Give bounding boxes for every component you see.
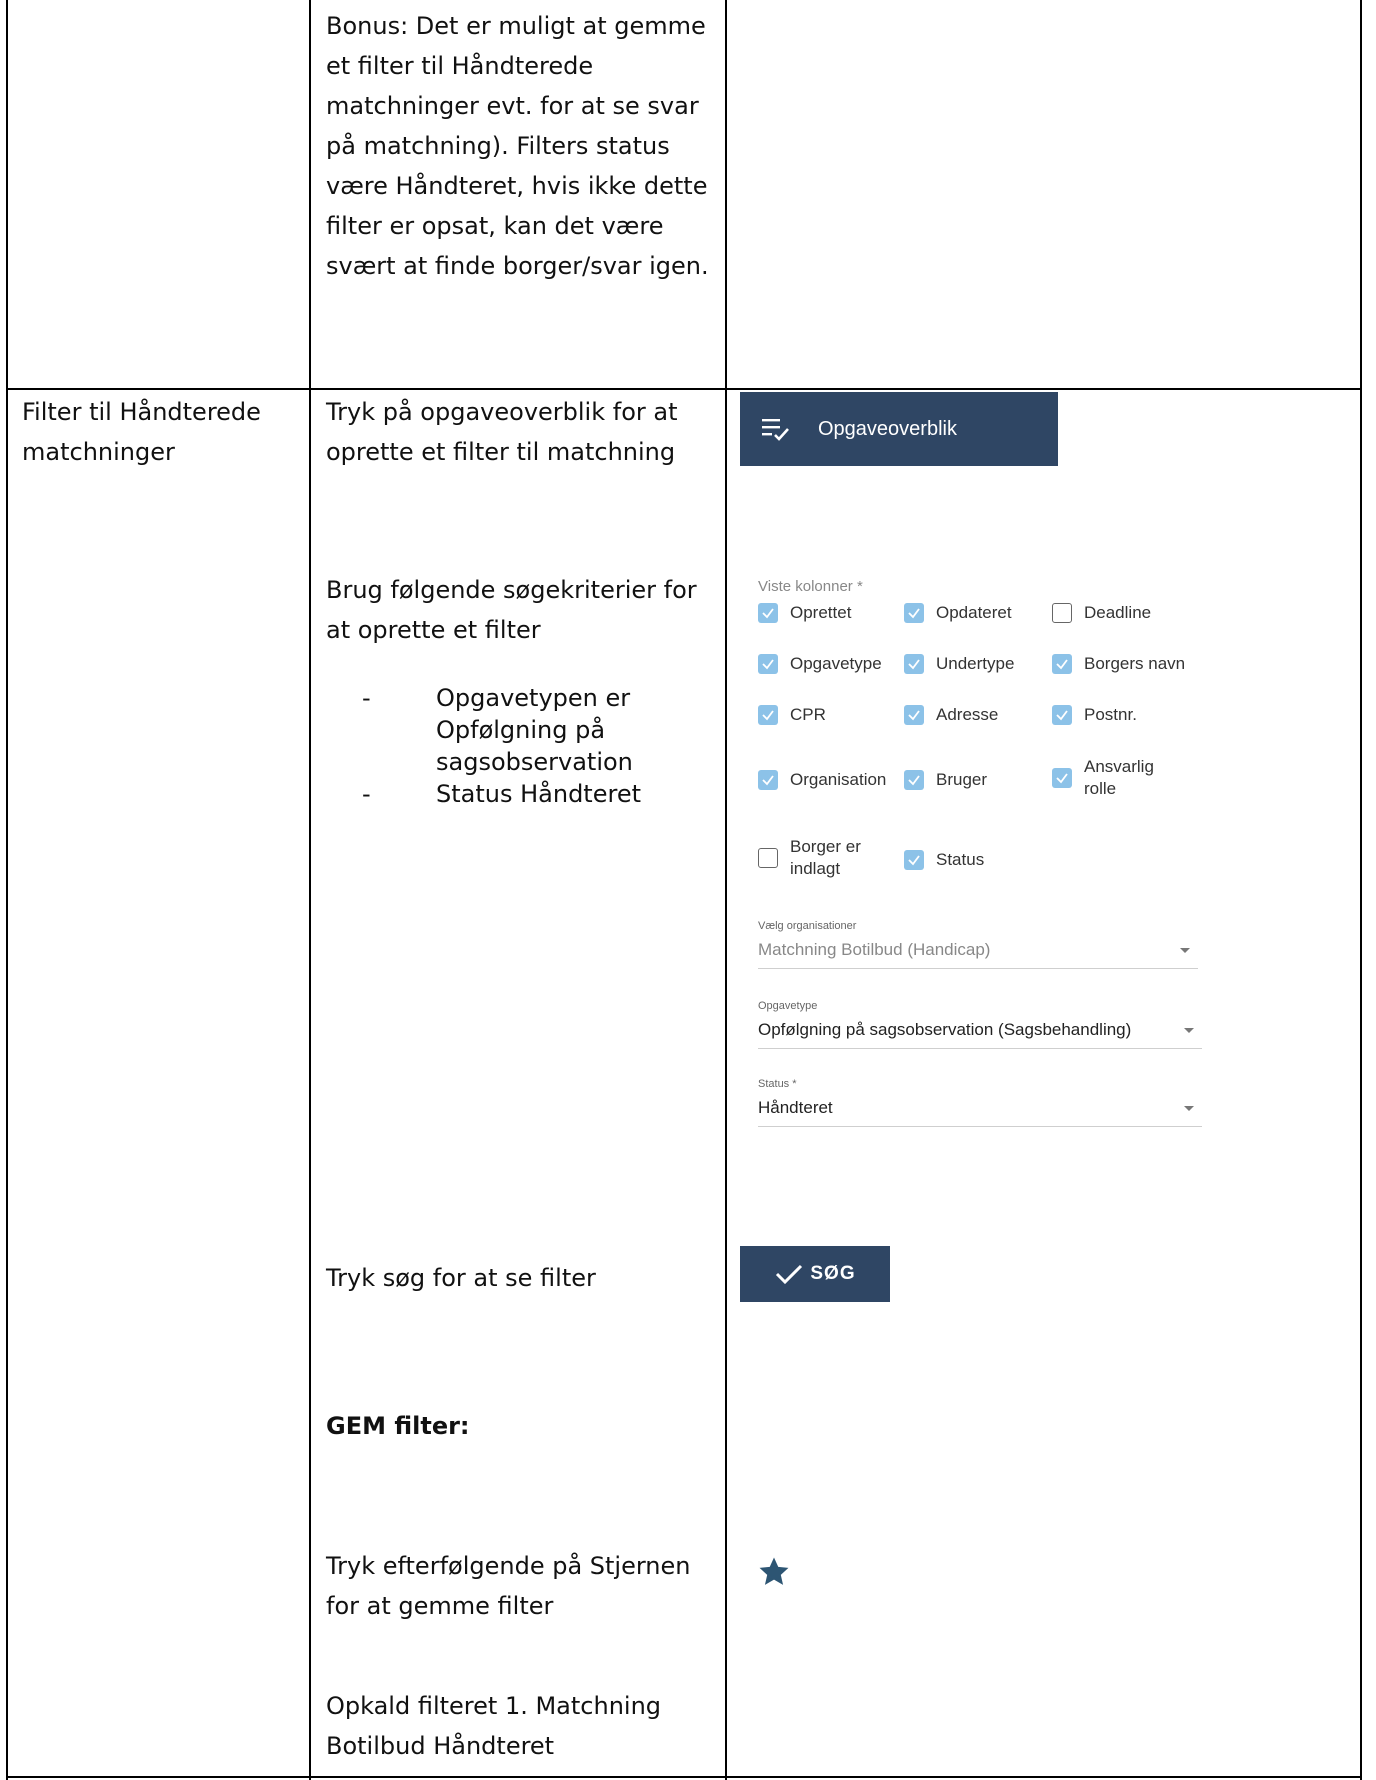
criteria-item-line: Status Håndteret (436, 780, 641, 808)
table-col-divider-2 (725, 0, 727, 1780)
checkbox-label: Borger er indlagt (790, 837, 861, 878)
select-label: Status * (758, 1078, 797, 1090)
select-value: Opfølgning på sagsobservation (Sagsbehan… (758, 1020, 1132, 1039)
select-value: Matchning Botilbud (Handicap) (758, 940, 991, 959)
checkbox-label: CPR (790, 705, 826, 724)
checked-box-icon (758, 603, 778, 623)
bonus-line: svært at finde borger/svar igen. (326, 252, 709, 280)
checked-box-icon (904, 770, 924, 790)
bonus-paragraph: Bonus: Det er muligt at gemme et filter … (326, 6, 709, 286)
status-select[interactable]: Status * Håndteret (758, 1078, 1202, 1127)
step5-line: Botilbud Håndteret (326, 1732, 555, 1760)
table-bottom-border (6, 1776, 1362, 1778)
checkbox-label: Undertype (936, 654, 1015, 673)
opgaveoverblik-label: Opgaveoverblik (818, 417, 957, 440)
star-icon[interactable] (757, 1555, 791, 1589)
checked-box-icon (904, 603, 924, 623)
unchecked-box-icon (758, 848, 778, 868)
select-label: Vælg organisationer (758, 920, 857, 932)
checkbox-label: Oprettet (790, 603, 852, 622)
checkbox-opdateret[interactable]: Opdateret (904, 602, 1012, 624)
search-button-label: SØG (810, 1263, 856, 1284)
checkbox-label: Adresse (936, 705, 999, 724)
select-label: Opgavetype (758, 1000, 818, 1012)
step5-line: Opkald filteret 1. Matchning (326, 1692, 662, 1720)
step4-line: for at gemme filter (326, 1592, 554, 1620)
bonus-line: et filter til Håndterede (326, 52, 594, 80)
checked-box-icon (1052, 705, 1072, 725)
task-list-icon (762, 419, 789, 441)
checked-box-icon (758, 705, 778, 725)
dropdown-arrow-icon (1184, 1106, 1194, 1111)
checked-box-icon (758, 770, 778, 790)
checkbox-label: Ansvarlig rolle (1084, 757, 1154, 798)
checkbox-undertype[interactable]: Undertype (904, 653, 1014, 675)
columns-label: Viste kolonner * (758, 578, 863, 595)
checked-box-icon (904, 705, 924, 725)
filter-form: Viste kolonner * Oprettet Opdateret Dead… (758, 576, 1208, 1136)
checkbox-label: Opdateret (936, 603, 1012, 622)
bonus-line: være Håndteret, hvis ikke dette (326, 172, 708, 200)
opgaveoverblik-button[interactable]: Opgaveoverblik (740, 392, 1058, 466)
search-button[interactable]: SØG (740, 1246, 890, 1302)
bonus-line: matchninger evt. for at se svar (326, 92, 699, 120)
step1-line: Tryk på opgaveoverblik for at (326, 398, 678, 426)
table-row-divider (6, 388, 1362, 390)
checkbox-label: Deadline (1084, 603, 1152, 622)
checkbox-oprettet[interactable]: Oprettet (758, 602, 851, 624)
checked-box-icon (1052, 654, 1072, 674)
checkbox-postnr[interactable]: Postnr. (1052, 704, 1137, 726)
criteria-item: Status Håndteret (326, 778, 716, 810)
checked-box-icon (904, 850, 924, 870)
checkbox-ansvarlig-rolle[interactable]: Ansvarlig rolle (1052, 756, 1174, 800)
step4-line: Tryk efterfølgende på Stjernen (326, 1552, 691, 1580)
checkbox-opgavetype[interactable]: Opgavetype (758, 653, 882, 675)
opgavetype-select[interactable]: Opgavetype Opfølgning på sagsobservation… (758, 1000, 1202, 1049)
checkbox-label: Bruger (936, 770, 988, 789)
checkbox-adresse[interactable]: Adresse (904, 704, 998, 726)
criteria-item: Opgavetypen er Opfølgning på sagsobserva… (326, 682, 716, 778)
row-title-line: Filter til Håndterede (22, 398, 261, 426)
organisation-select[interactable]: Vælg organisationer Matchning Botilbud (… (758, 920, 1198, 969)
checked-box-icon (904, 654, 924, 674)
checkbox-borger-er-indlagt[interactable]: Borger er indlagt (758, 836, 870, 880)
bonus-line: filter er opsat, kan det være (326, 212, 664, 240)
table-right-border (1360, 0, 1362, 1780)
bonus-line: Bonus: Det er muligt at gemme (326, 12, 706, 40)
checkbox-label: Opgavetype (790, 654, 882, 673)
criteria-item-line: sagsobservation (436, 748, 633, 776)
select-value: Håndteret (758, 1098, 833, 1117)
row-title-line: matchninger (22, 438, 175, 466)
step2-line: Brug følgende søgekriterier for (326, 576, 697, 604)
checked-box-icon (758, 654, 778, 674)
dropdown-arrow-icon (1184, 1028, 1194, 1033)
criteria-item-line: Opgavetypen er (436, 684, 631, 712)
checkbox-label: Organisation (790, 770, 887, 789)
criteria-item-line: Opfølgning på (436, 716, 606, 744)
step3-text: Tryk søg for at se filter (326, 1264, 596, 1292)
checkbox-bruger[interactable]: Bruger (904, 769, 987, 791)
criteria-list: Opgavetypen er Opfølgning på sagsobserva… (326, 682, 716, 810)
gem-heading: GEM filter: (326, 1412, 470, 1440)
dropdown-arrow-icon (1180, 948, 1190, 953)
checkbox-deadline[interactable]: Deadline (1052, 602, 1151, 624)
checked-box-icon (1052, 768, 1072, 788)
checkbox-cpr[interactable]: CPR (758, 704, 826, 726)
unchecked-box-icon (1052, 603, 1072, 623)
checkbox-organisation[interactable]: Organisation (758, 769, 886, 791)
step2-line: at oprette et filter (326, 616, 541, 644)
checkbox-label: Postnr. (1084, 705, 1137, 724)
bonus-line: på matchning). Filters status (326, 132, 670, 160)
table-left-border (6, 0, 8, 1780)
checkbox-label: Status (936, 850, 985, 869)
checkbox-borgers-navn[interactable]: Borgers navn (1052, 653, 1185, 675)
checkmark-icon (776, 1264, 803, 1285)
checkbox-status[interactable]: Status (904, 849, 984, 871)
step1-line: oprette et filter til matchning (326, 438, 676, 466)
table-col-divider-1 (309, 0, 311, 1780)
checkbox-label: Borgers navn (1084, 654, 1186, 673)
